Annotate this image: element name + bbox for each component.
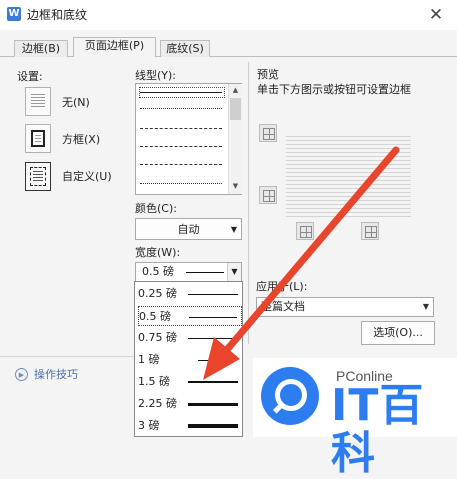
watermark-brand: IT百科 bbox=[331, 380, 425, 479]
pconline-logo-icon bbox=[261, 367, 319, 425]
tab-page-border[interactable]: 页面边框(P) bbox=[73, 37, 156, 57]
arrow-shaft bbox=[221, 146, 400, 356]
pconline-watermark: PConline IT百科 bbox=[253, 358, 457, 478]
